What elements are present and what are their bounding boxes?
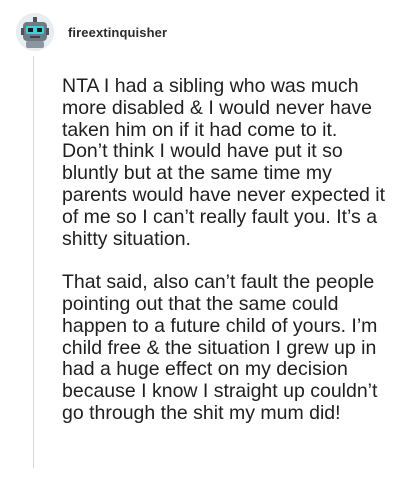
comment-paragraph: NTA I had a sibling who was much more di… — [62, 75, 386, 250]
username-link[interactable]: fireextinquisher — [68, 25, 167, 40]
comment-paragraph: That said, also can’t fault the people p… — [62, 271, 378, 424]
comment-body: NTA I had a sibling who was much more di… — [62, 75, 388, 425]
comment-header: fireextinquisher — [16, 12, 167, 52]
robot-avatar-icon[interactable] — [16, 13, 54, 51]
thread-line — [33, 56, 34, 468]
comment-card: fireextinquisher NTA I had a sibling who… — [0, 0, 400, 488]
